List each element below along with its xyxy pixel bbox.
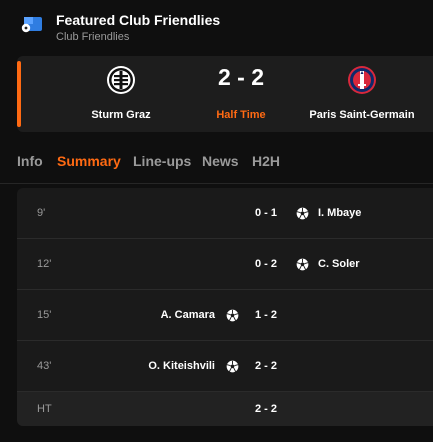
- live-accent-bar: [17, 61, 21, 127]
- tab-line-ups[interactable]: Line-ups: [133, 153, 191, 169]
- football-icon: [226, 360, 239, 373]
- event-row[interactable]: 43' O. Kiteishvili 2 - 2: [17, 341, 433, 392]
- tab-news[interactable]: News: [202, 153, 239, 169]
- competition-subtitle: Club Friendlies: [56, 31, 130, 43]
- match-summary: 9' 0 - 1 I. Mbaye 12' 0 - 2 C. Soler 15'…: [17, 188, 433, 426]
- tab-summary[interactable]: Summary: [57, 153, 121, 169]
- match-tabs: Info Summary Line-ups News H2H: [0, 148, 433, 184]
- event-player[interactable]: O. Kiteishvili: [148, 360, 215, 372]
- halftime-row: HT 2 - 2: [17, 392, 433, 426]
- event-row[interactable]: 9' 0 - 1 I. Mbaye: [17, 188, 433, 239]
- event-player[interactable]: C. Soler: [318, 258, 360, 270]
- event-minute: 9': [37, 207, 46, 219]
- psg-crest-icon[interactable]: [347, 65, 377, 95]
- tab-h2h[interactable]: H2H: [252, 153, 280, 169]
- event-row[interactable]: 15' A. Camara 1 - 2: [17, 290, 433, 341]
- event-score: 0 - 2: [254, 258, 277, 270]
- football-icon: [226, 309, 239, 322]
- event-player[interactable]: A. Camara: [161, 309, 215, 321]
- competition-header: Featured Club Friendlies Club Friendlies: [0, 0, 433, 48]
- competition-title[interactable]: Featured Club Friendlies: [56, 12, 220, 28]
- event-minute: 43': [37, 360, 52, 372]
- tab-info[interactable]: Info: [17, 153, 43, 169]
- match-status: Half Time: [216, 109, 266, 121]
- football-icon: [296, 207, 309, 220]
- event-row[interactable]: 12' 0 - 2 C. Soler: [17, 239, 433, 290]
- away-team-name[interactable]: Paris Saint-Germain: [302, 109, 422, 121]
- match-score: 2 - 2: [217, 64, 265, 90]
- halftime-label: HT: [37, 403, 52, 415]
- halftime-score: 2 - 2: [254, 403, 277, 415]
- competition-flag-icon: [21, 17, 42, 33]
- event-score: 1 - 2: [254, 309, 277, 321]
- sturm-graz-crest-icon[interactable]: [106, 65, 136, 95]
- home-team-name[interactable]: Sturm Graz: [71, 109, 171, 121]
- event-player[interactable]: I. Mbaye: [318, 207, 361, 219]
- event-minute: 15': [37, 309, 52, 321]
- event-score: 2 - 2: [254, 360, 277, 372]
- football-icon: [296, 258, 309, 271]
- event-minute: 12': [37, 258, 52, 270]
- event-score: 0 - 1: [254, 207, 277, 219]
- scoreboard: 2 - 2 Sturm Graz Half Time Paris Saint-G…: [17, 56, 433, 132]
